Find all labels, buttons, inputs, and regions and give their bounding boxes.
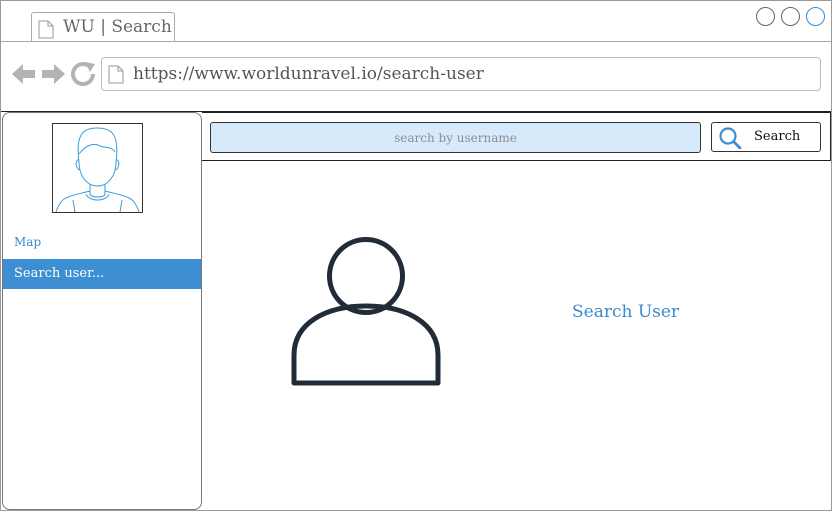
navigation-controls [11, 61, 97, 93]
magnifier-icon [719, 127, 742, 149]
close-button[interactable] [806, 7, 825, 26]
avatar[interactable] [52, 123, 143, 213]
url-text: https://www.worldunravel.io/search-user [133, 64, 484, 84]
sidebar-item-search-user[interactable]: Search user... [3, 259, 201, 289]
arrow-left-icon[interactable] [12, 64, 35, 84]
minimize-button[interactable] [756, 7, 775, 26]
search-input[interactable] [210, 122, 701, 153]
sidebar: Map Search user... [2, 112, 202, 510]
arrow-right-icon[interactable] [42, 64, 65, 84]
document-icon [38, 20, 54, 39]
sidebar-item-map[interactable]: Map [14, 235, 41, 249]
search-button-label: Search [754, 129, 801, 144]
browser-window: WU | Search https://www.worldunravel.io/… [0, 0, 832, 511]
maximize-button[interactable] [781, 7, 800, 26]
tab-title: WU | Search [63, 17, 172, 37]
browser-tab[interactable]: WU | Search [31, 12, 175, 41]
user-silhouette-icon [291, 237, 441, 386]
address-bar[interactable]: https://www.worldunravel.io/search-user [101, 57, 821, 91]
reload-icon[interactable] [71, 62, 95, 86]
search-toolbar: Search [202, 112, 831, 161]
sidebar-item-label: Search user... [14, 266, 105, 281]
user-avatar-icon [55, 127, 140, 212]
document-icon [108, 65, 124, 84]
titlebar-divider [1, 41, 831, 42]
page-title: Search User [572, 302, 680, 322]
search-button[interactable]: Search [711, 122, 821, 152]
